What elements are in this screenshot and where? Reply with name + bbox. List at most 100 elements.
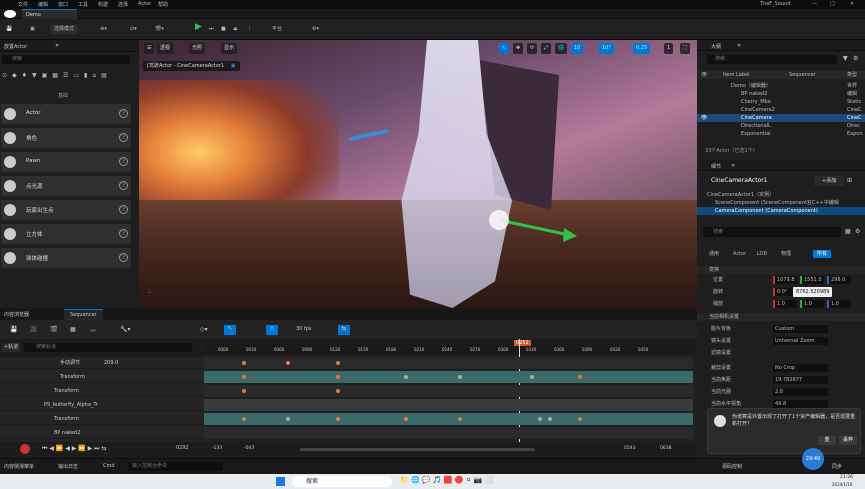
outliner-row[interactable]: DirectionalL Direc [697, 122, 865, 130]
taskbar-search[interactable]: 搜索 [292, 476, 392, 487]
actor-item-actor[interactable]: Actor? [1, 104, 131, 124]
pilot-actor-label[interactable]: [驾驶Actor - CineCameraActor1 ▣ [143, 61, 240, 71]
outliner-row[interactable]: Cherry_Mbe Static [697, 98, 865, 106]
col-type[interactable]: 类型 [847, 71, 857, 79]
component-scene[interactable]: SceneComponent (SceneComponent) 在C++中编辑 [697, 199, 865, 207]
filter-tab[interactable]: 通用 [709, 250, 719, 258]
outliner-row[interactable]: CineCamera2 CineC [697, 106, 865, 114]
blueprint-icon[interactable]: ⊞ [847, 177, 852, 184]
grid-view-icon[interactable]: ▦ [845, 228, 851, 235]
sync-button[interactable]: 同步 [832, 463, 842, 470]
help-icon[interactable]: ? [119, 109, 128, 118]
track-row[interactable]: 手动调节 209.0 [0, 357, 204, 369]
keyframe[interactable] [336, 417, 340, 421]
content-drawer-button[interactable]: 内容侧滑菜单 [4, 463, 34, 470]
maximize-icon[interactable]: □ [830, 1, 835, 7]
keyframe[interactable] [242, 389, 246, 393]
close-details-icon[interactable]: ✕ [731, 163, 735, 169]
keyframe[interactable] [286, 361, 290, 365]
keyframe[interactable] [242, 375, 246, 379]
show-button[interactable]: 显示 [221, 43, 238, 54]
save-icon[interactable]: 💾 [10, 326, 17, 333]
scale-snap-button[interactable]: 0.25 [633, 43, 651, 54]
mode-dropdown[interactable]: 选择模式 [50, 25, 79, 34]
help-icon[interactable]: ? [119, 229, 128, 238]
outliner-row[interactable]: BP naked2 编辑 [697, 90, 865, 98]
actor-name-field[interactable]: CineCameraActor1 [711, 177, 811, 186]
col-item-label[interactable]: Item Label [723, 71, 749, 79]
actor-item-cube[interactable]: 立方体? [1, 224, 131, 244]
tab-demo[interactable]: Demo [22, 9, 77, 19]
help-icon[interactable]: ? [119, 181, 128, 190]
eject-button[interactable]: ⏏ [233, 25, 238, 34]
edit-cpp-link[interactable]: 在C++中编辑 [807, 199, 839, 207]
console-input[interactable]: 输入控制台命令 [128, 462, 223, 471]
component-root[interactable]: CineCameraActor1（实例） [697, 191, 865, 199]
keyframe[interactable] [286, 417, 290, 421]
keyframe[interactable] [242, 417, 246, 421]
rotation-snap-button[interactable]: 10° [599, 43, 614, 54]
record-button[interactable] [20, 444, 30, 454]
prop-dropdown[interactable]: Universal Zoom [773, 337, 828, 345]
range-start[interactable]: -133 [212, 446, 222, 451]
move-tool-icon[interactable]: ✥ [513, 43, 524, 54]
details-search[interactable]: 搜索 [703, 227, 841, 237]
key-icon[interactable]: ◇▾ [200, 326, 208, 333]
sequencer-timeline[interactable]: 0000 0030 0060 0090 0120 0150 0180 0210 … [204, 339, 697, 442]
world-local-icon[interactable]: 🌐 [555, 43, 568, 54]
location-z-input[interactable]: 298.0 [827, 276, 851, 284]
keyframe[interactable] [548, 417, 552, 421]
cmd-dropdown[interactable]: Cmd [103, 463, 115, 469]
play-button[interactable]: ▶ [195, 23, 202, 32]
menu-file[interactable]: 文件 [18, 1, 28, 8]
output-log-button[interactable]: 输出日志 [58, 463, 78, 470]
camera-settings-header[interactable]: 当前相机设置 [697, 313, 865, 321]
perspective-button[interactable]: 透视 [157, 43, 174, 54]
fps-dropdown[interactable]: 30 fps [296, 326, 312, 332]
settings-icon[interactable]: ⚙ [855, 228, 860, 235]
keyframe[interactable] [578, 375, 582, 379]
menu-window[interactable]: 窗口 [58, 1, 68, 8]
playhead-label[interactable]: 0252 [514, 340, 531, 346]
prop-input[interactable]: 49.8 [773, 400, 828, 408]
lock-icon[interactable]: ⇆ [338, 325, 350, 335]
minimize-icon[interactable]: — [812, 1, 817, 7]
keyframe[interactable] [530, 375, 534, 379]
actor-item-sphere[interactable]: 球体碰撞? [1, 248, 131, 268]
track-row[interactable]: Transform [0, 371, 204, 383]
filter-tab-active[interactable]: 所有 [813, 250, 832, 258]
grid-snap-button[interactable]: 10 [571, 43, 584, 54]
tab-sequencer[interactable]: Sequencer [64, 309, 103, 320]
filter-icon[interactable]: ▼ [843, 55, 848, 62]
platform-dropdown[interactable]: 平台 [272, 25, 282, 34]
rotate-tool-icon[interactable]: ⟳ [527, 43, 538, 54]
location-y-input[interactable]: 1551.0 [800, 276, 824, 284]
level-viewport[interactable]: ☰ 透视 光照 显示 ↖ ✥ ⟳ ⤢ 🌐 10 10° 0.25 1 ⛶ [驾驶… [139, 40, 697, 308]
scale-x-input[interactable]: 1.0 [773, 300, 797, 308]
clock-date[interactable]: 2024/1/16 [832, 482, 853, 487]
keyframe[interactable] [404, 417, 408, 421]
tools-icon[interactable]: 🔧▾ [120, 326, 130, 333]
select-tool-icon[interactable]: ↖ [499, 43, 510, 54]
filter-tab[interactable]: 物理 [781, 250, 791, 258]
maximize-viewport-icon[interactable]: ⛶ [680, 43, 690, 54]
menu-help[interactable]: 帮助 [158, 1, 168, 8]
track-row[interactable]: Transform [0, 385, 204, 397]
keyframe[interactable] [458, 375, 462, 379]
snap-icon[interactable]: ∩ [266, 325, 278, 335]
source-control-button[interactable]: 源码控制 [722, 463, 742, 470]
save-icon[interactable]: 💾 [6, 25, 12, 34]
settings-icon[interactable]: ⚙ [853, 55, 858, 62]
outliner-row[interactable]: Demo（编辑器） 世界 [697, 82, 865, 90]
timeline-scrollbar[interactable] [300, 448, 535, 451]
keyframe[interactable] [336, 389, 340, 393]
blueprint-icon[interactable]: ⇄▾ [130, 25, 137, 34]
camera-icon[interactable]: 🎥 [30, 326, 37, 333]
add-component-button[interactable]: +添加 [814, 176, 844, 186]
track-value[interactable]: 209.0 [104, 357, 118, 369]
actor-item-pawn[interactable]: Pawn? [1, 152, 131, 172]
help-icon[interactable]: ? [119, 133, 128, 142]
actor-item-point-light[interactable]: 点光源? [1, 176, 131, 196]
scale-tool-icon[interactable]: ⤢ [541, 43, 552, 54]
transform-gizmo[interactable] [398, 128, 579, 260]
